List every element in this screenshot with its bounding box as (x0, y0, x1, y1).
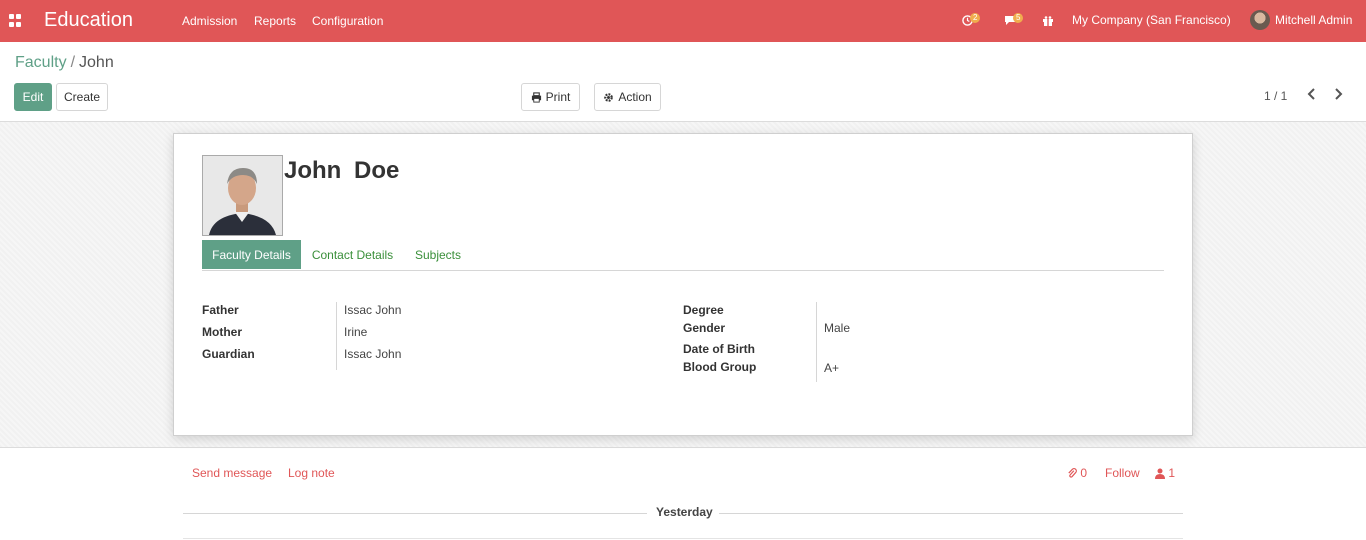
app-title[interactable]: Education (44, 9, 133, 32)
print-button[interactable]: Print (521, 83, 580, 111)
label-degree: Degree (683, 303, 724, 317)
messages-button[interactable]: 5 (1004, 13, 1024, 27)
tab-subjects[interactable]: Subjects (408, 240, 468, 269)
value-blood-group[interactable]: A+ (824, 361, 839, 375)
gift-button[interactable] (1042, 13, 1054, 27)
attachments-button[interactable]: 0 (1067, 466, 1087, 480)
create-button[interactable]: Create (56, 83, 108, 111)
date-separator-line-left (183, 513, 647, 514)
label-guardian: Guardian (202, 347, 255, 361)
menu-configuration[interactable]: Configuration (312, 14, 383, 28)
activity-button[interactable]: 2 (962, 13, 981, 27)
attachments-count: 0 (1080, 466, 1088, 480)
right-column-divider (816, 302, 817, 382)
action-button[interactable]: Action (594, 83, 661, 111)
breadcrumb-separator: / (70, 54, 76, 71)
menu-reports[interactable]: Reports (254, 14, 296, 28)
label-gender: Gender (683, 321, 726, 335)
value-mother[interactable]: Irine (344, 325, 367, 339)
user-menu[interactable]: Mitchell Admin (1275, 13, 1352, 27)
label-mother: Mother (202, 325, 242, 339)
pager-value[interactable]: 1 / 1 (1264, 89, 1287, 103)
tab-contact-details[interactable]: Contact Details (306, 240, 399, 269)
label-date-of-birth: Date of Birth (683, 342, 755, 356)
menu-admission[interactable]: Admission (182, 14, 237, 28)
print-icon (531, 91, 541, 103)
label-blood-group: Blood Group (683, 360, 757, 374)
gear-icon (604, 92, 614, 102)
message-divider (183, 538, 1183, 539)
left-column-divider (336, 302, 337, 370)
breadcrumb-current: John (79, 54, 114, 71)
tab-faculty-details[interactable]: Faculty Details (202, 240, 301, 269)
user-avatar[interactable] (1250, 10, 1270, 30)
record-name: John Doe (284, 157, 400, 184)
value-guardian[interactable]: Issac John (344, 347, 401, 361)
user-icon (1155, 468, 1165, 480)
date-separator-line-right (719, 513, 1183, 514)
followers-button[interactable]: 1 (1155, 466, 1175, 480)
value-father[interactable]: Issac John (344, 303, 401, 317)
edit-button[interactable]: Edit (14, 83, 52, 111)
label-father: Father (202, 303, 239, 317)
apps-icon[interactable] (9, 14, 22, 27)
faculty-photo[interactable] (202, 155, 283, 236)
form-tabs: Faculty Details Contact Details Subjects (202, 240, 1164, 271)
company-switcher[interactable]: My Company (San Francisco) (1072, 13, 1231, 27)
action-label: Action (618, 90, 652, 104)
follow-button[interactable]: Follow (1105, 466, 1140, 480)
chevron-right-icon[interactable] (1333, 87, 1343, 105)
messages-badge: 5 (1013, 13, 1024, 23)
send-message-button[interactable]: Send message (192, 466, 272, 480)
chevron-left-icon[interactable] (1307, 87, 1317, 105)
breadcrumb: Faculty / John (15, 54, 114, 72)
date-separator: Yesterday (656, 505, 713, 519)
print-label: Print (545, 90, 571, 104)
gift-icon (1043, 16, 1053, 26)
top-navbar: Education Admission Reports Configuratio… (0, 0, 1366, 42)
breadcrumb-parent[interactable]: Faculty (15, 54, 67, 71)
paperclip-icon (1068, 468, 1077, 478)
value-gender[interactable]: Male (824, 321, 850, 335)
followers-count: 1 (1168, 466, 1176, 480)
log-note-button[interactable]: Log note (288, 466, 335, 480)
activity-badge: 2 (970, 13, 981, 23)
